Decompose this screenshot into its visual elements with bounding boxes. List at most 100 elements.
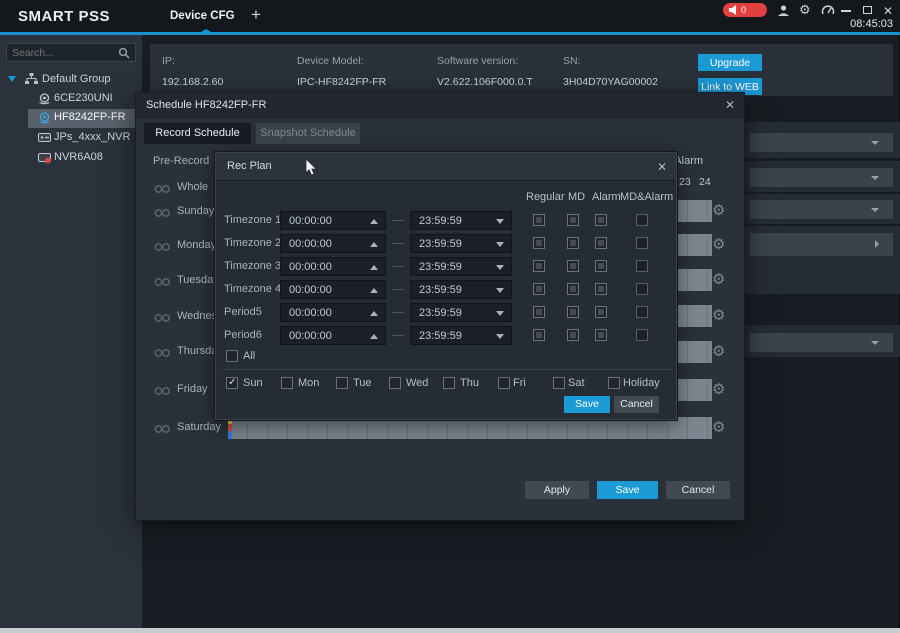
holiday-checkbox[interactable]: [608, 377, 620, 389]
config-dropdown[interactable]: [750, 200, 893, 219]
regular-checkbox[interactable]: [533, 260, 545, 272]
minimize-button[interactable]: [838, 3, 854, 17]
start-time-input[interactable]: 00:00:00: [280, 303, 386, 322]
gear-icon[interactable]: ⚙: [799, 2, 811, 18]
alarm-checkbox[interactable]: [595, 283, 607, 295]
row-settings-gear-icon[interactable]: ⚙: [712, 382, 725, 398]
apply-button[interactable]: Apply: [525, 481, 589, 499]
md-checkbox[interactable]: [567, 260, 579, 272]
md-alarm-checkbox[interactable]: [636, 283, 648, 295]
md-alarm-checkbox[interactable]: [636, 260, 648, 272]
row-settings-gear-icon[interactable]: ⚙: [712, 237, 725, 253]
spinner-up-icon[interactable]: [370, 311, 378, 316]
regular-checkbox[interactable]: [533, 306, 545, 318]
config-expander[interactable]: [750, 233, 893, 256]
sun-checkbox[interactable]: [226, 377, 238, 389]
end-time-input[interactable]: 23:59:59: [410, 257, 512, 276]
md-alarm-checkbox[interactable]: [636, 237, 648, 249]
sidebar-item-default-group[interactable]: Default Group: [42, 73, 110, 85]
start-time-input[interactable]: 00:00:00: [280, 280, 386, 299]
alarm-checkbox[interactable]: [595, 260, 607, 272]
regular-checkbox[interactable]: [533, 214, 545, 226]
schedule-cancel-button[interactable]: Cancel: [666, 481, 730, 499]
config-dropdown[interactable]: [750, 168, 893, 187]
spinner-up-icon[interactable]: [370, 334, 378, 339]
rec-plan-cancel-button[interactable]: Cancel: [614, 396, 659, 413]
search-input[interactable]: [12, 45, 112, 60]
spinner-up-icon[interactable]: [370, 265, 378, 270]
md-alarm-checkbox[interactable]: [636, 306, 648, 318]
upgrade-button[interactable]: Upgrade: [698, 54, 762, 71]
row-settings-gear-icon[interactable]: ⚙: [712, 203, 725, 219]
fri-checkbox[interactable]: [498, 377, 510, 389]
end-time-input[interactable]: 23:59:59: [410, 326, 512, 345]
timeline-bar-saturday[interactable]: [228, 417, 712, 439]
spinner-down-icon[interactable]: [496, 219, 504, 224]
tue-checkbox[interactable]: [336, 377, 348, 389]
new-tab-button[interactable]: +: [251, 5, 261, 25]
regular-checkbox[interactable]: [533, 283, 545, 295]
rec-plan-close-icon[interactable]: ✕: [657, 160, 667, 174]
sidebar-item-nvr-1[interactable]: JPs_4xxx_NVR: [54, 131, 130, 143]
end-time-input[interactable]: 23:59:59: [410, 303, 512, 322]
row-settings-gear-icon[interactable]: ⚙: [712, 420, 725, 436]
spinner-up-icon[interactable]: [370, 242, 378, 247]
start-time-input[interactable]: 00:00:00: [280, 326, 386, 345]
start-time-input[interactable]: 00:00:00: [280, 234, 386, 253]
tab-record-schedule[interactable]: Record Schedule: [144, 123, 251, 144]
spinner-down-icon[interactable]: [496, 242, 504, 247]
spinner-down-icon[interactable]: [496, 265, 504, 270]
md-checkbox[interactable]: [567, 214, 579, 226]
tab-device-cfg[interactable]: Device CFG: [170, 10, 235, 22]
schedule-save-button[interactable]: Save: [597, 481, 658, 499]
tree-expand-icon[interactable]: [8, 76, 16, 82]
regular-checkbox[interactable]: [533, 329, 545, 341]
spinner-up-icon[interactable]: [370, 219, 378, 224]
schedule-close-icon[interactable]: ✕: [725, 98, 735, 112]
md-checkbox[interactable]: [567, 329, 579, 341]
day-row-label[interactable]: Saturday: [177, 421, 221, 433]
mon-checkbox[interactable]: [281, 377, 293, 389]
tab-snapshot-schedule[interactable]: Snapshot Schedule: [256, 123, 360, 144]
gauge-icon[interactable]: [821, 4, 835, 16]
rec-plan-save-button[interactable]: Save: [564, 396, 610, 413]
day-row-label[interactable]: Sunday: [177, 205, 214, 217]
row-settings-gear-icon[interactable]: ⚙: [712, 344, 725, 360]
row-settings-gear-icon[interactable]: ⚙: [712, 272, 725, 288]
regular-checkbox[interactable]: [533, 237, 545, 249]
alarm-checkbox[interactable]: [595, 329, 607, 341]
sat-checkbox[interactable]: [553, 377, 565, 389]
alarm-checkbox[interactable]: [595, 214, 607, 226]
start-time-input[interactable]: 00:00:00: [280, 257, 386, 276]
day-row-label[interactable]: Monday: [177, 239, 216, 251]
day-row-label[interactable]: Tuesday: [177, 274, 219, 286]
alarm-checkbox[interactable]: [595, 237, 607, 249]
end-time-input[interactable]: 23:59:59: [410, 211, 512, 230]
start-time-input[interactable]: 00:00:00: [280, 211, 386, 230]
day-row-label[interactable]: Whole: [177, 181, 208, 193]
wed-checkbox[interactable]: [389, 377, 401, 389]
maximize-button[interactable]: [859, 3, 875, 17]
config-dropdown[interactable]: [750, 133, 893, 152]
alarm-notification-badge[interactable]: 0: [723, 3, 767, 17]
spinner-down-icon[interactable]: [496, 311, 504, 316]
spinner-up-icon[interactable]: [370, 288, 378, 293]
user-icon[interactable]: [777, 4, 790, 17]
search-icon[interactable]: [118, 47, 130, 59]
end-time-input[interactable]: 23:59:59: [410, 234, 512, 253]
sidebar-item-nvr-2[interactable]: NVR6A08: [54, 151, 103, 163]
end-time-input[interactable]: 23:59:59: [410, 280, 512, 299]
spinner-down-icon[interactable]: [496, 288, 504, 293]
md-alarm-checkbox[interactable]: [636, 329, 648, 341]
md-checkbox[interactable]: [567, 283, 579, 295]
all-checkbox[interactable]: [226, 350, 238, 362]
thu-checkbox[interactable]: [443, 377, 455, 389]
close-button[interactable]: ✕: [880, 4, 896, 18]
md-alarm-checkbox[interactable]: [636, 214, 648, 226]
sidebar-item-camera-1[interactable]: 6CE230UNI: [54, 92, 113, 104]
row-settings-gear-icon[interactable]: ⚙: [712, 308, 725, 324]
md-checkbox[interactable]: [567, 237, 579, 249]
alarm-checkbox[interactable]: [595, 306, 607, 318]
md-checkbox[interactable]: [567, 306, 579, 318]
config-dropdown[interactable]: [750, 333, 893, 352]
